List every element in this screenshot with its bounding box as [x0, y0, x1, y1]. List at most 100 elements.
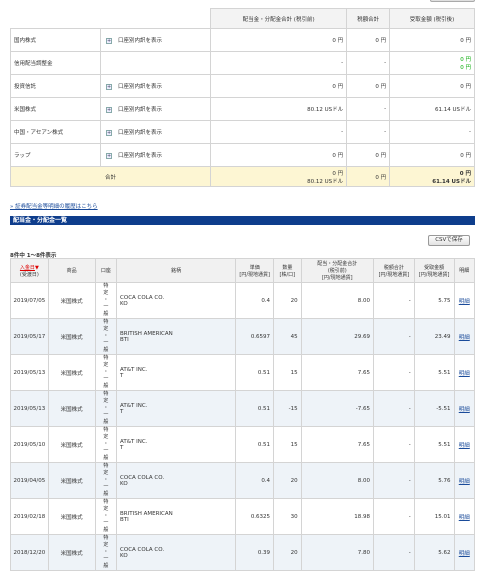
detail-link[interactable]: 明細 — [459, 515, 470, 521]
table-row: 2019/05/13 米国株式 特定・一般 AT&T INC. T 0.51 15… — [10, 354, 476, 391]
cell-name: COCA COLA CO. KO — [116, 534, 237, 571]
detail-link[interactable]: 明細 — [459, 407, 470, 413]
summary-row-toggle: + 口座別内訳を表示 — [100, 143, 211, 167]
cell-product: 米国株式 — [47, 354, 96, 391]
cell-detail: 明細 — [453, 282, 476, 319]
expand-icon[interactable]: + — [106, 83, 112, 90]
detail-link[interactable]: 明細 — [459, 371, 470, 377]
summary-row-net: 0 円0 円 — [389, 51, 475, 75]
cell-date: 2018/12/20 — [10, 534, 49, 571]
cell-name: AT&T INC. T — [116, 390, 237, 427]
cell-date: 2019/05/13 — [10, 354, 49, 391]
cell-tax: - — [372, 354, 415, 391]
summary-total-row: 合計 0 円 80.12 USドル 0 円 0 円 61.14 USドル — [10, 166, 475, 187]
cell-qty: 20 — [273, 534, 302, 571]
expand-icon[interactable]: + — [106, 129, 112, 136]
table-row: 2019/05/10 米国株式 特定・一般 AT&T INC. T 0.51 15… — [10, 426, 476, 463]
summary-total-label: 合計 — [10, 166, 211, 187]
cell-date: 2019/07/05 — [10, 282, 49, 319]
summary-row-gross: 0 円 — [209, 143, 348, 167]
cell-gross: 7.80 — [300, 534, 374, 571]
table-row: 2019/07/05 米国株式 特定・一般 COCA COLA CO. KO 0.… — [10, 282, 476, 319]
cell-product: 米国株式 — [47, 282, 96, 319]
cell-gross: -7.65 — [300, 390, 374, 427]
summary-row-toggle — [100, 51, 211, 75]
summary-header-net: 受取金額 (税引後) — [389, 8, 475, 29]
cell-qty: 15 — [273, 354, 302, 391]
cell-account: 特定・一般 — [94, 534, 118, 571]
cell-name: COCA COLA CO. KO — [116, 282, 237, 319]
detail-link[interactable]: 明細 — [459, 299, 470, 305]
expand-icon[interactable]: + — [106, 152, 112, 159]
summary-table: 配当金・分配金合計 (税引前) 税額合計 受取金額 (税引後) 国内株式 + 口座別… — [10, 8, 475, 187]
cell-detail: 明細 — [453, 498, 476, 535]
col-header-qty: 数量 [株/口] — [273, 258, 302, 283]
cell-tax: - — [372, 318, 415, 355]
cell-date: 2019/04/05 — [10, 462, 49, 499]
sort-desc-icon[interactable]: ▼ — [35, 265, 39, 271]
summary-row: 中国・アセアン株式 + 口座別内訳を表示 - - - — [10, 120, 475, 144]
cell-unit: 0.51 — [235, 426, 275, 463]
cell-unit: 0.4 — [235, 282, 275, 319]
detail-link[interactable]: 明細 — [459, 443, 470, 449]
summary-row-tax: - — [346, 97, 391, 121]
top-button[interactable] — [430, 0, 475, 2]
cell-account: 特定・一般 — [94, 318, 118, 355]
cell-detail: 明細 — [453, 318, 476, 355]
detail-link[interactable]: 明細 — [459, 551, 470, 557]
csv-save-button[interactable]: CSVで保存 — [428, 235, 470, 246]
detail-link[interactable]: 明細 — [459, 335, 470, 341]
expand-icon[interactable]: + — [106, 106, 112, 113]
cell-net: 15.01 — [413, 498, 455, 535]
summary-row-gross: - — [209, 51, 348, 75]
cell-name: AT&T INC. T — [116, 354, 237, 391]
cell-date: 2019/05/17 — [10, 318, 49, 355]
detail-link[interactable]: 明細 — [459, 479, 470, 485]
summary-row-tax: 0 円 — [346, 28, 391, 52]
table-row: 2019/04/05 米国株式 特定・一般 COCA COLA CO. KO 0.… — [10, 462, 476, 499]
summary-row-gross: 0 円 — [209, 74, 348, 98]
toggle-label[interactable]: 口座別内訳を表示 — [118, 107, 162, 113]
cell-qty: 45 — [273, 318, 302, 355]
summary-row: 投資信託 + 口座別内訳を表示 0 円0 円0 円 — [10, 74, 475, 98]
col-header-date[interactable]: 入金日▼ (受渡日) — [10, 258, 49, 283]
toggle-label[interactable]: 口座別内訳を表示 — [118, 38, 162, 44]
summary-row-toggle: + 口座別内訳を表示 — [100, 74, 211, 98]
cell-qty: 30 — [273, 498, 302, 535]
cell-gross: 18.98 — [300, 498, 374, 535]
expand-icon[interactable]: + — [106, 37, 112, 44]
cell-unit: 0.51 — [235, 390, 275, 427]
summary-row-net: 0 円 — [389, 74, 475, 98]
cell-unit: 0.4 — [235, 462, 275, 499]
cell-name: COCA COLA CO. KO — [116, 462, 237, 499]
summary-total-gross: 0 円 80.12 USドル — [209, 166, 348, 187]
summary-row-label: 米国株式 — [10, 97, 101, 121]
summary-header-blank — [10, 8, 211, 29]
cell-unit: 0.51 — [235, 354, 275, 391]
toggle-label[interactable]: 口座別内訳を表示 — [118, 130, 162, 136]
cell-detail: 明細 — [453, 426, 476, 463]
cell-tax: - — [372, 426, 415, 463]
cell-date: 2019/05/10 — [10, 426, 49, 463]
summary-row-gross: 0 円 — [209, 28, 348, 52]
cell-account: 特定・一般 — [94, 282, 118, 319]
summary-total-net: 0 円 61.14 USドル — [389, 166, 475, 187]
cell-product: 米国株式 — [47, 426, 96, 463]
cell-qty: -15 — [273, 390, 302, 427]
cell-detail: 明細 — [453, 354, 476, 391]
summary-row-label: 信用配当調整金 — [10, 51, 101, 75]
cell-qty: 20 — [273, 462, 302, 499]
cell-net: 5.51 — [413, 426, 455, 463]
summary-row-net: 0 円 — [389, 28, 475, 52]
summary-row-tax: 0 円 — [346, 74, 391, 98]
summary-header-tax: 税額合計 — [346, 8, 391, 29]
summary-row-label: 投資信託 — [10, 74, 101, 98]
cell-qty: 15 — [273, 426, 302, 463]
col-header-product: 商品 — [47, 258, 96, 283]
cell-net: -5.51 — [413, 390, 455, 427]
cell-account: 特定・一般 — [94, 354, 118, 391]
toggle-label[interactable]: 口座別内訳を表示 — [118, 153, 162, 159]
toggle-label[interactable]: 口座別内訳を表示 — [118, 84, 162, 90]
col-header-account: 口座 — [94, 258, 118, 283]
history-link[interactable]: » 証券配当金等明細の履歴はこちら — [10, 202, 98, 210]
